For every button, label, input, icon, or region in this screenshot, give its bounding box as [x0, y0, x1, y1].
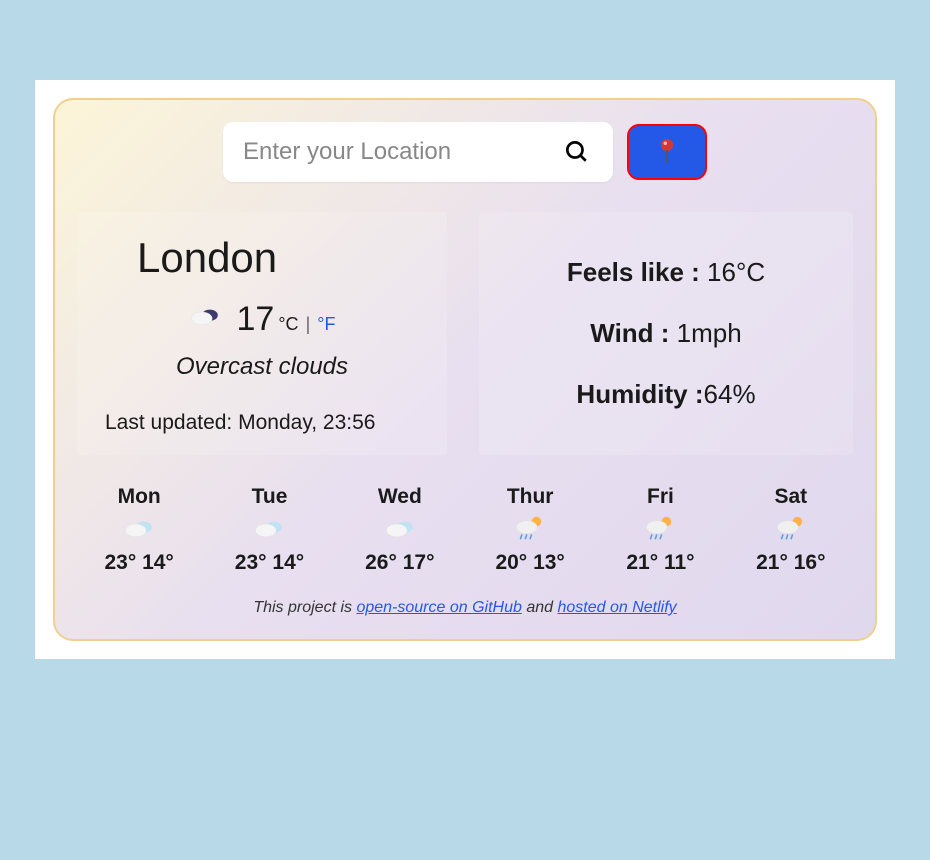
search-box [223, 122, 613, 182]
search-row [77, 122, 853, 182]
current-location-button[interactable] [627, 124, 707, 180]
forecast-row: Mon 23° 14° Tue 23° 14° Wed 26° 17° Thur 20° 13… [77, 485, 853, 575]
forecast-day: Mon 23° 14° [77, 485, 201, 575]
feels-like-label: Feels like : [567, 257, 707, 287]
forecast-low: 14° [272, 551, 304, 574]
forecast-weather-icon [468, 515, 592, 543]
forecast-low: 13° [533, 551, 565, 574]
search-icon [563, 138, 589, 164]
forecast-weather-icon [207, 515, 331, 543]
wind-value: 1mph [677, 318, 742, 348]
location-input[interactable] [243, 138, 559, 166]
current-weather-panel: London 17 °C | °F [77, 212, 447, 455]
footer: This project is open-source on GitHub an… [77, 599, 853, 617]
forecast-low: 11° [664, 551, 695, 574]
forecast-day-label: Wed [338, 485, 462, 509]
forecast-high: 26° [365, 551, 397, 574]
temperature-value: 17 [237, 300, 275, 339]
forecast-day-label: Sat [729, 485, 853, 509]
forecast-day: Sat 21° 16° [729, 485, 853, 575]
cloud-icon [189, 303, 221, 336]
forecast-day: Tue 23° 14° [207, 485, 331, 575]
pin-icon [656, 138, 678, 166]
forecast-temps: 23° 14° [207, 551, 331, 575]
footer-prefix: This project is [253, 599, 356, 616]
main-panels: London 17 °C | °F [77, 212, 853, 455]
netlify-link[interactable]: hosted on Netlify [557, 599, 676, 616]
forecast-high: 23° [235, 551, 267, 574]
city-name: London [137, 234, 419, 282]
last-updated-label: Last updated: [105, 411, 238, 434]
forecast-weather-icon [77, 515, 201, 543]
feels-like: Feels like : 16°C [509, 257, 823, 288]
feels-like-value: 16°C [707, 257, 765, 287]
forecast-day: Fri 21° 11° [598, 485, 722, 575]
forecast-temps: 23° 14° [77, 551, 201, 575]
weather-conditions: Overcast clouds [105, 353, 419, 381]
forecast-weather-icon [729, 515, 853, 543]
metrics-panel: Feels like : 16°C Wind : 1mph Humidity :… [479, 212, 853, 455]
app-container: London 17 °C | °F [35, 80, 895, 659]
unit-separator: | [306, 314, 311, 334]
last-updated: Last updated: Monday, 23:56 [105, 411, 419, 435]
forecast-day-label: Thur [468, 485, 592, 509]
humidity-label: Humidity : [576, 379, 703, 409]
search-button[interactable] [559, 134, 593, 171]
weather-card: London 17 °C | °F [53, 98, 877, 641]
unit-celsius[interactable]: °C [278, 314, 298, 334]
temperature-row: 17 °C | °F [105, 300, 419, 339]
forecast-temps: 21° 11° [598, 551, 722, 575]
forecast-low: 14° [142, 551, 174, 574]
forecast-day: Wed 26° 17° [338, 485, 462, 575]
forecast-day: Thur 20° 13° [468, 485, 592, 575]
forecast-high: 21° [756, 551, 788, 574]
forecast-day-label: Tue [207, 485, 331, 509]
forecast-day-label: Mon [77, 485, 201, 509]
forecast-weather-icon [598, 515, 722, 543]
footer-mid: and [522, 599, 558, 616]
forecast-high: 23° [104, 551, 136, 574]
forecast-low: 16° [794, 551, 826, 574]
forecast-temps: 20° 13° [468, 551, 592, 575]
forecast-weather-icon [338, 515, 462, 543]
humidity: Humidity :64% [509, 379, 823, 410]
wind-label: Wind : [590, 318, 676, 348]
forecast-temps: 26° 17° [338, 551, 462, 575]
forecast-day-label: Fri [598, 485, 722, 509]
github-link[interactable]: open-source on GitHub [356, 599, 521, 616]
forecast-low: 17° [403, 551, 435, 574]
forecast-temps: 21° 16° [729, 551, 853, 575]
temperature-display: 17 °C | °F [237, 300, 336, 339]
last-updated-value: Monday, 23:56 [238, 411, 375, 434]
unit-fahrenheit[interactable]: °F [317, 314, 335, 334]
humidity-value: 64% [704, 379, 756, 409]
forecast-high: 20° [495, 551, 527, 574]
wind: Wind : 1mph [509, 318, 823, 349]
forecast-high: 21° [626, 551, 658, 574]
